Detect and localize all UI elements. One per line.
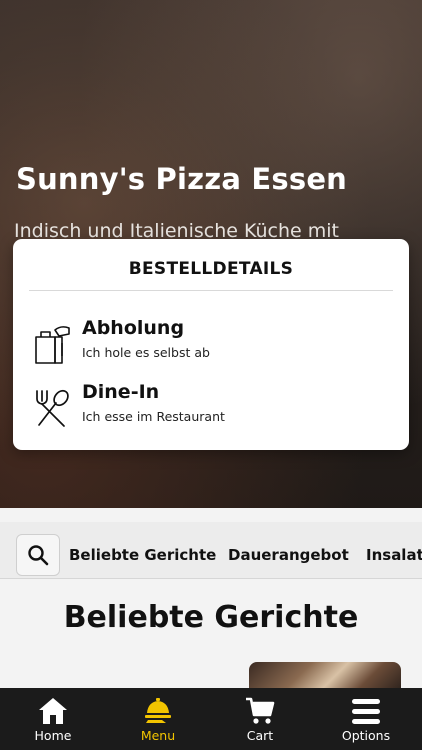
search-button[interactable] (16, 534, 60, 576)
nav-home[interactable]: Home (13, 688, 93, 750)
nav-menu[interactable]: Menu (118, 688, 198, 750)
nav-cart-label: Cart (246, 728, 274, 743)
takeaway-bag-icon (35, 326, 70, 364)
home-icon (39, 698, 67, 724)
search-icon (28, 545, 49, 566)
pickup-title: Abholung (82, 317, 185, 339)
category-tab-dauerangebot[interactable]: Dauerangebot (228, 546, 349, 564)
cart-icon (246, 697, 275, 724)
pickup-subtitle: Ich hole es selbst ab (82, 345, 210, 360)
dine-in-title: Dine-In (82, 381, 160, 403)
restaurant-title: Sunny's Pizza Essen (16, 162, 348, 196)
menu-icon (145, 698, 171, 723)
pickup-option[interactable]: Abholung Ich hole es selbst ab (31, 315, 391, 369)
nav-options[interactable]: Options (326, 688, 406, 750)
modal-title: BESTELLDETAILS (128, 259, 294, 279)
dine-in-subtitle: Ich esse im Restaurant (82, 409, 225, 424)
bottom-navigation: Home Menu Cart Options (0, 688, 422, 750)
hamburger-icon (352, 699, 380, 724)
nav-options-label: Options (341, 728, 391, 743)
modal-divider (29, 290, 393, 291)
nav-cart[interactable]: Cart (220, 688, 300, 750)
menu-section: Beliebte Gerichte Dauerangebot Insalat B… (0, 508, 422, 692)
nav-menu-label: Menu (140, 728, 176, 743)
category-tab-beliebte-gerichte[interactable]: Beliebte Gerichte (69, 546, 216, 564)
category-tab-insalat[interactable]: Insalat (366, 546, 422, 564)
order-details-modal: BESTELLDETAILS Abholung Ich hole es selb… (13, 239, 409, 450)
cutlery-icon (36, 389, 69, 427)
dine-in-option[interactable]: Dine-In Ich esse im Restaurant (31, 379, 391, 433)
section-title: Beliebte Gerichte (63, 600, 359, 635)
category-bar: Beliebte Gerichte Dauerangebot Insalat (0, 522, 422, 579)
nav-home-label: Home (34, 728, 72, 743)
